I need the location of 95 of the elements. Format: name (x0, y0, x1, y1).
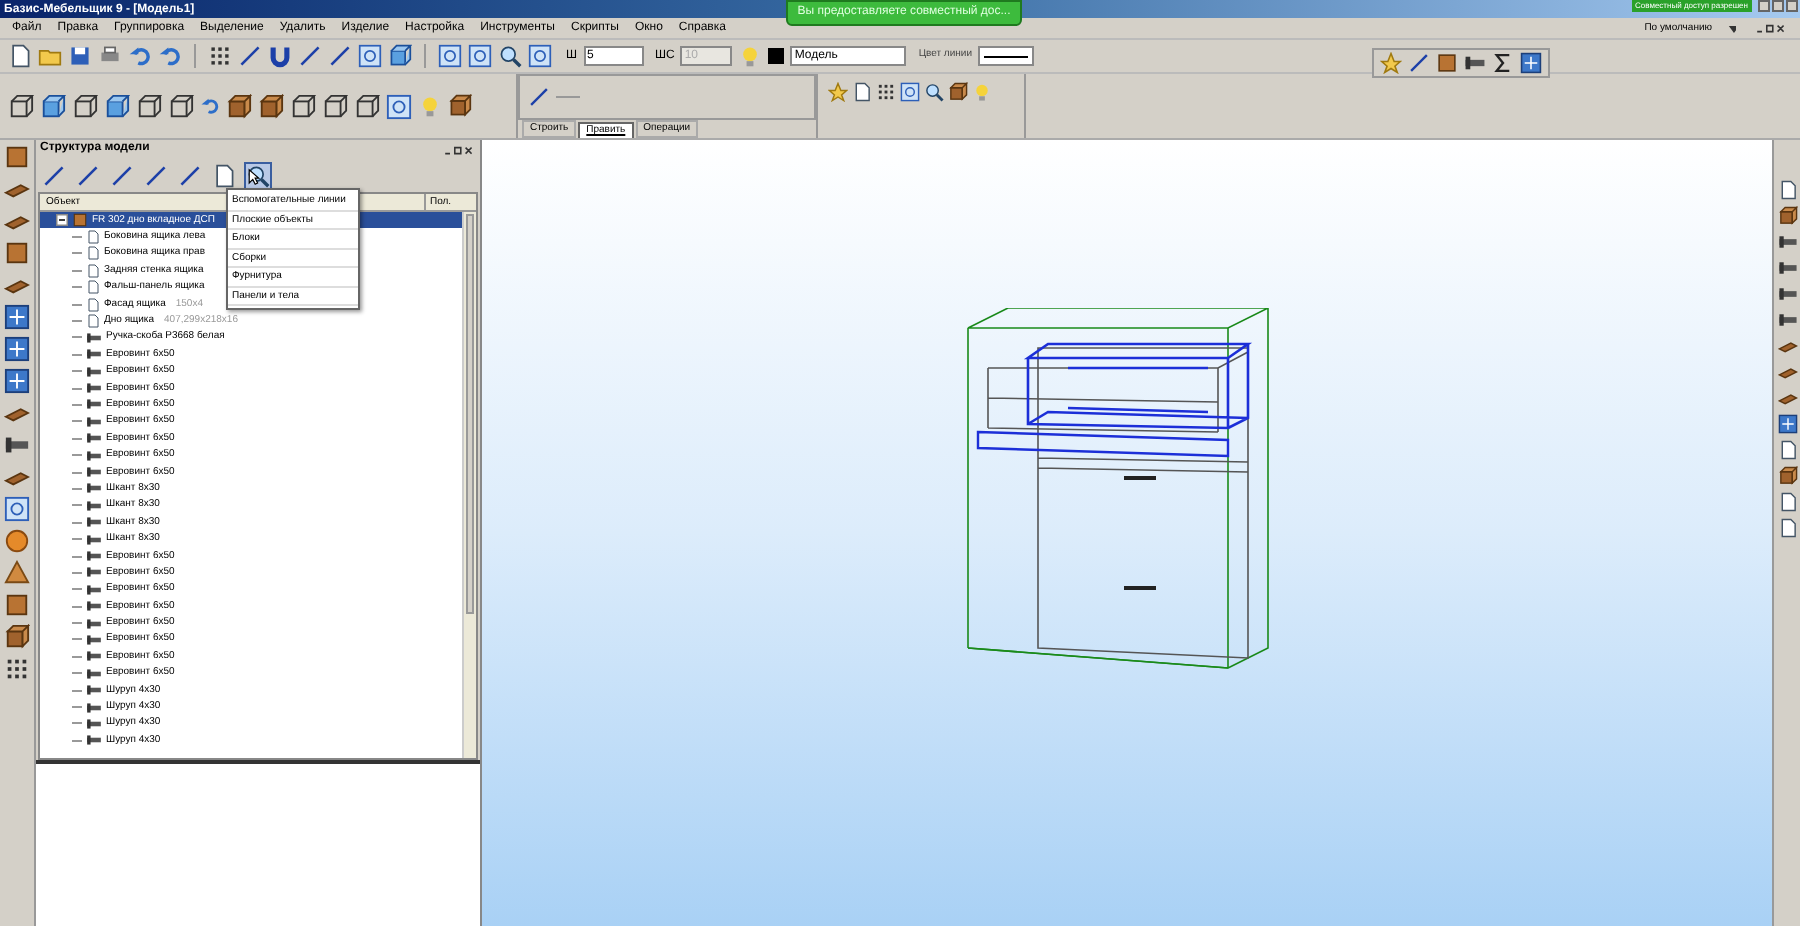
cube-icon[interactable] (290, 93, 316, 119)
fastener-icon[interactable] (86, 380, 102, 397)
fastener-icon[interactable] (86, 413, 102, 430)
cube-icon[interactable] (226, 93, 252, 119)
pyramid-icon[interactable] (4, 560, 30, 586)
fastener-icon[interactable] (86, 732, 102, 749)
board-icon[interactable] (4, 144, 30, 170)
clamp-icon[interactable] (1777, 284, 1797, 304)
fastener-icon[interactable] (86, 363, 102, 380)
fastener-icon[interactable] (86, 329, 102, 346)
fastener-icon[interactable] (86, 514, 102, 531)
line-icon[interactable] (238, 44, 262, 68)
document-icon[interactable] (212, 163, 236, 187)
clamp-icon[interactable] (1777, 232, 1797, 252)
fastener-icon[interactable] (86, 430, 102, 447)
color-swatch[interactable] (768, 48, 785, 64)
grid-icon[interactable] (876, 82, 896, 102)
fastener-icon[interactable] (86, 464, 102, 481)
fastener-icon[interactable] (86, 480, 102, 497)
line-icon[interactable] (144, 163, 168, 187)
star-icon[interactable] (828, 82, 848, 102)
cube-icon[interactable] (322, 93, 348, 119)
zoom-icon[interactable] (358, 44, 382, 68)
fastener-icon[interactable] (86, 699, 102, 716)
fastener-icon[interactable] (86, 447, 102, 464)
sphere-icon[interactable] (4, 528, 30, 554)
cube-icon[interactable] (168, 93, 194, 119)
rotate-icon[interactable] (200, 96, 220, 116)
cube-icon[interactable] (40, 93, 66, 119)
cube-icon[interactable] (104, 93, 130, 119)
window-controls-icon[interactable] (443, 143, 472, 155)
fastener-icon[interactable] (86, 715, 102, 732)
search-icon[interactable] (498, 44, 522, 68)
cube-icon[interactable] (1777, 466, 1797, 486)
fastener-icon[interactable] (86, 631, 102, 648)
close-button[interactable] (1786, 0, 1798, 12)
maximize-button[interactable] (1772, 0, 1784, 12)
new-file-icon[interactable] (8, 44, 32, 68)
cube-icon[interactable] (448, 94, 472, 118)
undo-icon[interactable] (158, 44, 182, 68)
clamp-icon[interactable] (4, 432, 30, 458)
line-icon[interactable] (178, 163, 202, 187)
board-icon[interactable] (4, 592, 30, 618)
line-icon[interactable] (298, 44, 322, 68)
cube-icon[interactable] (136, 93, 162, 119)
caret-down-icon[interactable] (1728, 22, 1736, 34)
cube-icon[interactable] (354, 93, 380, 119)
plus-square-icon[interactable] (4, 336, 30, 362)
cube-icon[interactable] (258, 93, 284, 119)
clamp-icon[interactable] (1464, 52, 1486, 74)
minimize-button[interactable] (1758, 0, 1770, 12)
square-icon[interactable] (4, 496, 30, 522)
save-icon[interactable] (68, 44, 92, 68)
fastener-icon[interactable] (86, 531, 102, 548)
fastener-icon[interactable] (86, 665, 102, 682)
grid-icon[interactable] (208, 44, 232, 68)
fastener-icon[interactable] (86, 564, 102, 581)
window-controls-icon[interactable] (1755, 22, 1784, 34)
fastener-icon[interactable] (86, 396, 102, 413)
zoom-icon[interactable] (438, 44, 462, 68)
zoom-icon[interactable] (900, 82, 920, 102)
zoom-icon[interactable] (528, 44, 552, 68)
grid-icon[interactable] (4, 656, 30, 682)
undo-icon[interactable] (128, 44, 152, 68)
line-icon[interactable] (528, 86, 550, 108)
fastener-icon[interactable] (86, 497, 102, 514)
cube-icon[interactable] (948, 82, 968, 102)
cube-icon[interactable] (72, 93, 98, 119)
plus-square-icon[interactable] (4, 368, 30, 394)
fastener-icon[interactable] (86, 648, 102, 665)
cube-icon[interactable] (4, 624, 30, 650)
fastener-icon[interactable] (86, 581, 102, 598)
clamp-icon[interactable] (1777, 258, 1797, 278)
zoom-icon[interactable] (468, 44, 492, 68)
cube-icon[interactable] (1777, 206, 1797, 226)
board-icon[interactable] (4, 240, 30, 266)
fastener-icon[interactable] (86, 598, 102, 615)
clamp-icon[interactable] (1777, 310, 1797, 330)
fastener-icon[interactable] (86, 682, 102, 699)
magnet-icon[interactable] (268, 44, 292, 68)
collapse-icon[interactable] (56, 214, 68, 227)
assembly-icon[interactable] (72, 212, 88, 229)
plus-square-icon[interactable] (4, 304, 30, 330)
scrollbar[interactable] (462, 212, 476, 758)
line-icon[interactable] (328, 44, 352, 68)
line-color-dropdown[interactable] (978, 46, 1034, 66)
fastener-icon[interactable] (86, 615, 102, 632)
plus-square-icon[interactable] (1777, 414, 1797, 434)
fastener-icon[interactable] (86, 346, 102, 363)
search-icon[interactable] (924, 82, 944, 102)
cube-icon[interactable] (388, 44, 412, 68)
fastener-icon[interactable] (86, 548, 102, 564)
star-icon[interactable] (1380, 52, 1402, 74)
cube-icon[interactable] (8, 93, 34, 119)
sigma-icon[interactable] (1492, 52, 1514, 74)
